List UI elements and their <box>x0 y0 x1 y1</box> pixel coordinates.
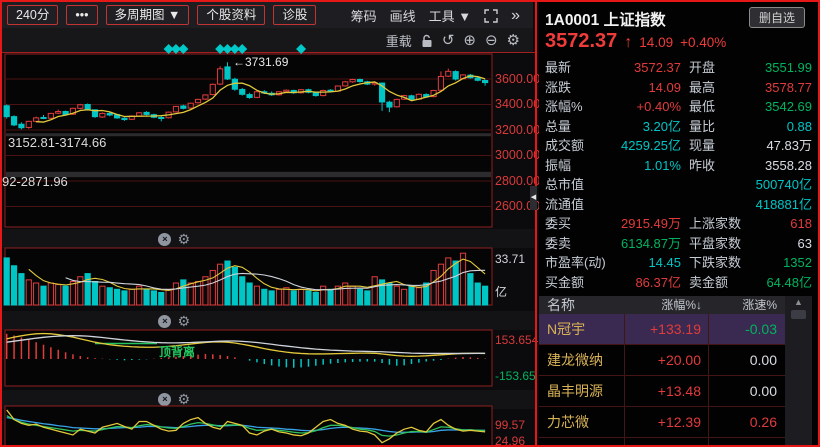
quote-stats: 最新 3572.37 开盘 3551.99 涨跌 14.09 最高 3578.77 涨幅% +0.… <box>539 58 818 292</box>
stats-cell: 418881亿 <box>755 196 812 212</box>
rank-row[interactable]: 晶丰明源 +13.48 0.00 <box>539 376 785 407</box>
stats-cell: 86.37亿 <box>635 274 681 290</box>
stats-cell: 14.09 <box>648 79 681 95</box>
stats-cell: 1.01% <box>644 157 681 173</box>
macd-divergence-note: 顶背离 <box>159 345 196 359</box>
rank-change-pct: +20.00 <box>625 345 709 376</box>
stats-row: 涨跌 14.09 最高 3578.77 <box>539 78 818 98</box>
scrollbar-thumb[interactable] <box>791 310 806 319</box>
stock-app-window: 240分 ••• 多周期图 ▼ 个股资料 诊股 筹码 画线 工具 ▼ » 重载 … <box>0 0 820 447</box>
stats-cell: 6134.87万 <box>621 235 681 251</box>
price-change-percent: +0.40% <box>680 35 727 50</box>
stats-cell: 2915.49万 <box>621 216 681 231</box>
rank-change-pct: +13.48 <box>625 376 709 407</box>
price-axis-label: 3400.00 <box>495 97 541 111</box>
scroll-up-arrow[interactable]: ▲ <box>785 297 812 307</box>
gap-zone-label-2: 92-2871.96 <box>2 174 68 189</box>
stats-cell: 3572.37 <box>634 60 681 75</box>
stats-cell: 流通值 <box>545 196 585 212</box>
volume-axis-unit: 亿 <box>495 285 508 299</box>
stats-cell: 500740亿 <box>755 177 812 192</box>
stats-row: 委买 2915.49万 上涨家数 618 <box>539 214 818 234</box>
rank-row[interactable]: N冠宇 +133.19 -0.03 <box>539 314 785 345</box>
macd-axis-min: -153.65 <box>495 369 536 383</box>
stats-cell: 3.20亿 <box>642 118 681 134</box>
stats-row: 成交额 4259.25亿 现量 47.83万 <box>539 136 818 156</box>
stats-row: 振幅 1.01% 昨收 3558.28 <box>539 156 818 176</box>
stats-cell: 3578.77 <box>765 79 812 95</box>
stats-cell: 3542.69 <box>765 99 812 114</box>
rank-scrollbar: ▲ <box>785 296 812 445</box>
stats-cell: 3551.99 <box>765 60 812 75</box>
rank-speed-pct: 0.00 <box>749 352 777 368</box>
rank-stock-name: 力芯微 <box>539 407 625 438</box>
stats-row: 委卖 6134.87万 平盘家数 63 <box>539 234 818 254</box>
gap-zone-label-1: 3152.81-3174.66 <box>8 135 107 150</box>
price-line: 3572.37 ↑ 14.09 +0.40% <box>545 30 726 53</box>
stats-row: 流通值 418881亿 <box>539 195 818 215</box>
rank-row[interactable]: 上海谊众-U+10.950.00 <box>539 438 785 445</box>
price-axis-label: 3000.00 <box>495 148 541 162</box>
kdj-axis-min: 24.96 <box>495 434 526 447</box>
up-arrow-icon: ↑ <box>624 34 633 51</box>
stats-row: 市盈率(动) 14.45 下跌家数 1352 <box>539 253 818 273</box>
stats-cell: 14.45 <box>648 255 681 270</box>
rank-row[interactable]: 力芯微 +12.39 0.26 <box>539 407 785 438</box>
stats-row: 买金额 86.37亿 卖金额 64.48亿 <box>539 273 818 293</box>
price-axis-label: 3600.00 <box>495 71 541 86</box>
rank-stock-name: 建龙微纳 <box>539 345 625 376</box>
remove-favorite-button[interactable]: 删自选 <box>748 7 805 28</box>
rank-change-pct: +133.19 <box>625 314 709 345</box>
volume-axis-max: 33.71 <box>495 252 526 266</box>
rank-row[interactable]: 建龙微纳 +20.00 0.00 <box>539 345 785 376</box>
stats-row: 总量 3.20亿 量比 0.88 <box>539 117 818 137</box>
stats-cell: 1352 <box>783 255 812 270</box>
rank-table-header: 名称 涨幅%↓ 涨速% <box>539 296 785 314</box>
rank-stock-name: 晶丰明源 <box>539 376 625 407</box>
stats-cell: 3558.28 <box>765 157 812 173</box>
macd-axis-max: 153.654 <box>495 333 539 347</box>
rank-col-speed: 涨速% <box>742 298 777 312</box>
stats-cell: 47.83万 <box>766 138 812 153</box>
kdj-axis-max: 99.57 <box>495 418 526 432</box>
stock-code-name: 1A0001 上证指数 <box>545 12 666 29</box>
rank-speed-pct: 0.26 <box>749 414 777 430</box>
rank-change-pct: +12.39 <box>625 407 709 438</box>
stats-cell: 0.88 <box>786 118 812 134</box>
price-axis-label: 3200.00 <box>495 122 541 137</box>
rank-stock-name: N冠宇 <box>539 314 625 345</box>
rank-col-change-sort[interactable]: 涨幅%↓ <box>625 296 709 314</box>
stats-cell: 64.48亿 <box>766 274 812 290</box>
rank-col-name: 名称 <box>547 297 575 313</box>
stats-cell: +0.40% <box>636 99 681 114</box>
stats-cell: 618 <box>790 216 812 231</box>
rank-speed-pct: 0.00 <box>709 438 785 445</box>
stats-row: 最新 3572.37 开盘 3551.99 <box>539 58 818 78</box>
stats-row: 涨幅% +0.40% 最低 3542.69 <box>539 97 818 117</box>
panel-collapse-handle[interactable]: ◀ <box>530 186 537 210</box>
stats-cell: 4259.25亿 <box>621 138 681 153</box>
last-price: 3572.37 <box>545 30 618 52</box>
price-change: 14.09 <box>639 35 674 50</box>
rank-speed-pct: 0.00 <box>749 383 777 399</box>
quote-panel: 1A0001 上证指数 删自选 3572.37 ↑ 14.09 +0.40% 最… <box>539 2 818 445</box>
rank-stock-name: 上海谊众-U <box>539 438 625 445</box>
panel-divider <box>535 2 537 445</box>
rank-change-pct: +10.95 <box>625 438 709 445</box>
rank-speed-pct: -0.03 <box>745 321 777 337</box>
stats-row: 总市值 500740亿 <box>539 175 818 195</box>
rank-table: N冠宇 +133.19 -0.03 建龙微纳 +20.00 0.00 晶丰明源 +13.48 0… <box>539 314 785 445</box>
peak-price-annotation: ←3731.69 <box>233 55 289 69</box>
stats-cell: 63 <box>797 235 812 251</box>
stats-cell: 总市值 <box>545 177 585 192</box>
